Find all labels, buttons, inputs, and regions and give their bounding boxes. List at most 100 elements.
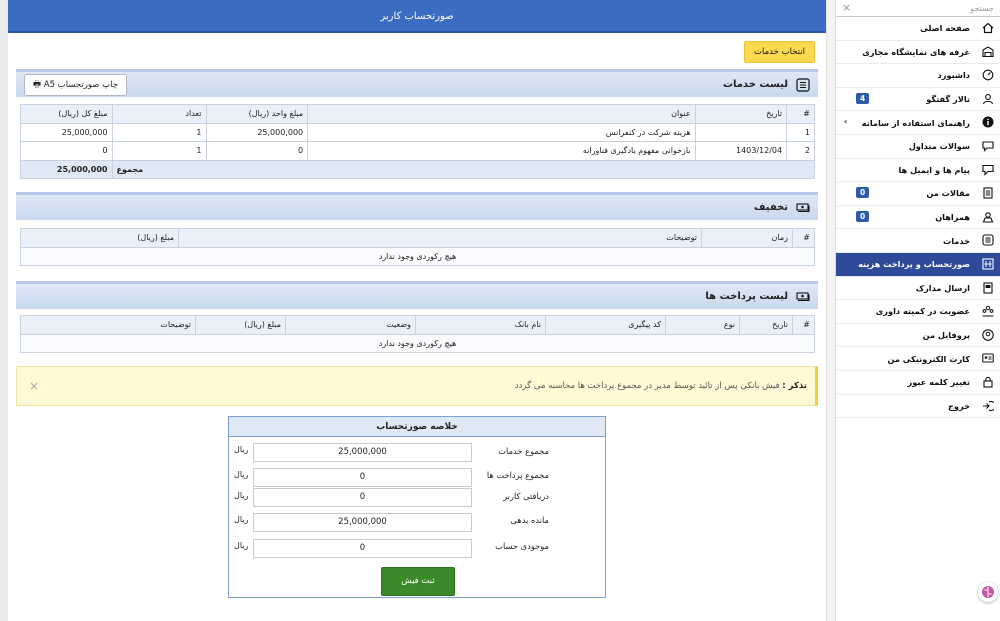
logout-icon: [983, 400, 994, 411]
column-header: مبلغ (ریال): [20, 228, 179, 248]
printer-icon: 🖶: [33, 80, 42, 90]
summary-row-balance: موجودی حساب 0 ریال: [229, 536, 605, 558]
sidebar-item-label: صورتحساب و پرداخت هزینه: [858, 259, 970, 270]
documents-icon: [983, 281, 993, 294]
forum-icon: [982, 93, 994, 104]
sidebar-item-faq[interactable]: سوالات متداول: [836, 135, 1000, 159]
services-total-field[interactable]: 25,000,000: [253, 443, 472, 462]
submit-receipt-button[interactable]: ثبت فیش: [381, 567, 455, 596]
empty-message: هیچ رکوردی وجود ندارد: [20, 246, 815, 266]
column-header: وضعیت: [285, 315, 416, 335]
column-header: زمان: [701, 228, 793, 248]
sidebar-item-invoice[interactable]: صورتحساب و پرداخت هزینه: [836, 252, 1000, 277]
sidebar-item-dashboard[interactable]: داشبورد: [836, 64, 1000, 88]
print-label: چاپ صورتحساب A5: [43, 80, 118, 90]
companions-count-badge: 0: [856, 210, 870, 222]
companions-icon: [982, 211, 994, 223]
sidebar-item-forum[interactable]: تالار گفتگو 4: [836, 88, 1000, 112]
row-total: 25,000,000: [20, 122, 113, 142]
sidebar-item-documents[interactable]: ارسال مدارک: [836, 277, 1000, 301]
committee-icon: [982, 305, 994, 317]
discount-title: تخفیف: [753, 202, 788, 213]
summary-label: موجودی حساب: [495, 541, 549, 551]
sidebar-item-guide[interactable]: راهنمای استفاده از سامانه ›: [836, 111, 1000, 135]
profile-icon: [982, 328, 994, 341]
balance-field[interactable]: 0: [253, 539, 472, 558]
card-icon: [982, 353, 994, 363]
sidebar-item-services[interactable]: خدمات: [836, 229, 1000, 253]
payments-total-field[interactable]: 0: [253, 468, 472, 487]
row-date: 1403/12/04: [694, 141, 788, 161]
sidebar-item-companions[interactable]: همراهان 0: [836, 206, 1000, 230]
close-icon[interactable]: ×: [842, 1, 851, 15]
empty-row: هیچ رکوردی وجود ندارد: [20, 333, 815, 353]
table-header: # تاریخ نوع کد پیگیری نام بانک وضعیت مبل…: [20, 315, 815, 335]
services-icon: [982, 234, 994, 246]
forum-count-badge: 4: [856, 92, 870, 104]
column-header: تاریخ: [739, 315, 793, 335]
invoice-summary-panel: خلاصه صورتحساب مجموع خدمات 25,000,000 ری…: [228, 416, 606, 598]
column-header: نام بانک: [415, 315, 546, 335]
summary-label: مجموع پرداخت ها: [486, 470, 549, 480]
column-header: #: [792, 228, 815, 248]
sidebar-item-label: خدمات: [942, 235, 970, 246]
search-input[interactable]: [836, 0, 1000, 16]
table-header: # زمان توضیحات مبلغ (ریال): [20, 228, 815, 248]
main-scrollbar[interactable]: [826, 0, 835, 621]
sidebar-item-articles[interactable]: مقالات من 0: [836, 182, 1000, 206]
column-header: تاریخ: [694, 104, 788, 124]
sidebar-item-label: خروج: [948, 400, 970, 411]
debt-field[interactable]: 25,000,000: [253, 513, 472, 532]
chevron-left-icon[interactable]: ›: [844, 117, 847, 126]
sidebar-item-label: پیام ها و ایمیل ها: [898, 164, 970, 175]
received-field[interactable]: 0: [253, 488, 472, 507]
payments-table: # تاریخ نوع کد پیگیری نام بانک وضعیت مبل…: [20, 315, 815, 353]
select-services-button[interactable]: انتخاب خدمات: [744, 41, 815, 63]
sidebar-item-password[interactable]: تغییر کلمه عبور: [836, 371, 1000, 395]
sidebar-item-label: ارسال مدارک: [915, 282, 970, 293]
money-stack-icon: [796, 292, 810, 302]
sidebar-item-logout[interactable]: خروج: [836, 395, 1000, 419]
column-header: تعداد: [111, 104, 207, 124]
summary-title: خلاصه صورتحساب: [229, 417, 605, 437]
assistant-brain-icon[interactable]: [978, 582, 998, 602]
sum-label: مجموع: [111, 159, 815, 179]
sidebar-item-home[interactable]: صفحه اصلی: [836, 17, 1000, 41]
main-content: صورتحساب کاربر انتخاب خدمات لیست خدمات چ…: [8, 0, 826, 621]
sidebar-item-messages[interactable]: پیام ها و ایمیل ها: [836, 159, 1000, 183]
payments-title: لیست پرداخت ها: [705, 291, 788, 302]
sidebar-item-card[interactable]: کارت الکترونیکی من: [836, 347, 1000, 371]
invoice-icon: [982, 258, 994, 270]
discount-section-header: تخفیف: [16, 192, 818, 220]
services-title: لیست خدمات: [722, 79, 788, 90]
services-icon: [796, 78, 810, 92]
messages-icon: [982, 164, 994, 176]
money-stack-icon: [796, 203, 810, 213]
password-icon: [983, 376, 993, 388]
sidebar-item-label: مقالات من: [926, 188, 970, 199]
column-header: توضیحات: [178, 228, 702, 248]
table-header: # تاریخ عنوان مبلغ واحد (ریال) تعداد مبل…: [20, 104, 815, 124]
sidebar-item-label: تالار گفتگو: [926, 94, 970, 105]
sidebar-item-label: عضویت در کمیته داوری: [875, 306, 970, 317]
table-row[interactable]: 2 1403/12/04 بازخوانی مفهوم یادگیری فناو…: [20, 141, 815, 161]
print-invoice-button[interactable]: چاپ صورتحساب A5 🖶: [24, 74, 127, 96]
articles-count-badge: 0: [856, 187, 870, 199]
row-number: 2: [786, 141, 815, 161]
page-title: صورتحساب کاربر: [8, 0, 826, 33]
empty-message: هیچ رکوردی وجود ندارد: [20, 333, 815, 353]
sidebar-item-profile[interactable]: پروفایل من: [836, 324, 1000, 348]
table-row[interactable]: 1 هزینه شرکت در کنفرانس 25,000,000 1 25,…: [20, 122, 815, 142]
summary-label: دریافتی کاربر: [503, 491, 549, 501]
unit-label: ریال: [234, 445, 249, 454]
column-header: مبلغ (ریال): [195, 315, 286, 335]
dashboard-icon: [982, 69, 994, 81]
row-date: [694, 122, 788, 142]
sidebar-item-booths[interactable]: غرفه های نمایشگاه مجازی: [836, 41, 1000, 65]
alert-label: تذکر :: [782, 381, 807, 391]
sidebar-item-committee[interactable]: عضویت در کمیته داوری: [836, 300, 1000, 324]
row-title: بازخوانی مفهوم یادگیری فناورانه: [307, 141, 696, 161]
row-total: 0: [20, 141, 113, 161]
close-icon[interactable]: ×: [29, 367, 39, 405]
sidebar-search: ×: [836, 0, 1000, 17]
